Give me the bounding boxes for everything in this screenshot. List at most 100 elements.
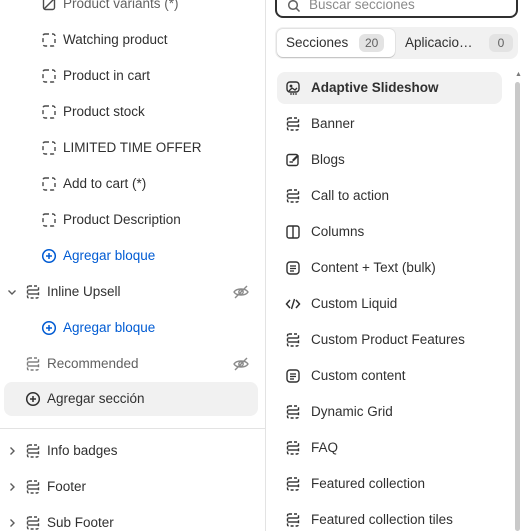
plus-circle-icon (41, 320, 57, 336)
scroll-up-arrow-icon[interactable]: ▲ (515, 71, 522, 78)
section-icon (25, 284, 41, 300)
picker-scrollbar[interactable]: ▲ (515, 71, 522, 531)
tree-section-recommended[interactable]: Recommended (0, 346, 266, 382)
section-picker-panel: Buscar secciones Secciones 20 Aplicacio…… (267, 0, 522, 531)
section-option-label: Banner (311, 116, 355, 131)
tab-count-badge: 0 (489, 34, 513, 52)
tree-block-label: LIMITED TIME OFFER (63, 140, 202, 155)
section-icon (25, 356, 41, 372)
tree-section-sub-footer[interactable]: Sub Footer (0, 505, 266, 531)
chevron-down-icon[interactable] (6, 286, 18, 298)
section-option-label: FAQ (311, 440, 339, 455)
blog-edit-icon (285, 152, 301, 168)
code-icon (285, 296, 301, 312)
section-tree-panel: Product variants (*) Watching product Pr… (0, 0, 266, 531)
section-icon (285, 116, 301, 132)
scroll-thumb[interactable] (515, 82, 520, 531)
tab-aplicaciones[interactable]: Aplicacio… 0 (397, 29, 516, 57)
tree-block-watching-product[interactable]: Watching product (0, 22, 266, 58)
columns-icon (285, 224, 301, 240)
tree-block-label: Product in cart (63, 68, 151, 83)
chevron-right-icon[interactable] (6, 445, 18, 457)
plus-circle-icon (25, 391, 41, 407)
section-option-label: Columns (311, 224, 365, 239)
section-icon (285, 188, 301, 204)
section-option-columns[interactable]: Columns (277, 216, 502, 248)
eye-hidden-icon[interactable] (232, 283, 250, 301)
section-option-featured-collection-tiles[interactable]: Featured collection tiles (277, 504, 502, 531)
search-sections-input[interactable]: Buscar secciones (275, 0, 518, 18)
chevron-right-icon[interactable] (6, 517, 18, 529)
tree-block-label: Product Description (63, 212, 181, 227)
text-block-icon (285, 260, 301, 276)
section-option-label: Blogs (311, 152, 345, 167)
eye-hidden-icon[interactable] (232, 355, 250, 373)
section-option-adaptive-slideshow[interactable]: Adaptive Slideshow (277, 72, 502, 104)
tab-count-badge: 20 (359, 34, 385, 52)
add-block-label: Agregar bloque (63, 248, 156, 263)
section-option-label: Dynamic Grid (311, 404, 393, 419)
tree-block-label: Product stock (63, 104, 145, 119)
search-placeholder: Buscar secciones (309, 0, 415, 12)
section-icon (285, 332, 301, 348)
tab-secciones[interactable]: Secciones 20 (277, 29, 395, 57)
tree-block-limited-time-offer[interactable]: LIMITED TIME OFFER (0, 130, 266, 166)
tree-block-product-stock[interactable]: Product stock (0, 94, 266, 130)
section-icon (285, 440, 301, 456)
section-option-custom-liquid[interactable]: Custom Liquid (277, 288, 502, 320)
section-icon (25, 515, 41, 531)
section-option-label: Featured collection tiles (311, 512, 453, 527)
tree-block-label: Product variants (*) (63, 0, 179, 11)
tree-section-inline-upsell[interactable]: Inline Upsell (0, 274, 266, 310)
add-section-row[interactable]: Agregar sección (0, 381, 266, 417)
add-section-label: Agregar sección (47, 391, 145, 406)
section-icon (285, 476, 301, 492)
section-option-custom-content[interactable]: Custom content (277, 360, 502, 392)
tree-section-label: Footer (47, 479, 87, 494)
slideshow-icon (285, 80, 301, 96)
tree-section-label: Info badges (47, 443, 118, 458)
section-option-faq[interactable]: FAQ (277, 432, 502, 464)
block-dashed-icon (41, 104, 57, 120)
section-icon (25, 443, 41, 459)
section-option-featured-collection[interactable]: Featured collection (277, 468, 502, 500)
search-icon (287, 0, 301, 13)
section-option-label: Custom Product Features (311, 332, 465, 347)
section-option-label: Call to action (311, 188, 390, 203)
tree-block-product-in-cart[interactable]: Product in cart (0, 58, 266, 94)
section-option-label: Custom Liquid (311, 296, 398, 311)
section-option-label: Featured collection (311, 476, 426, 491)
section-option-label: Adaptive Slideshow (311, 80, 439, 95)
tree-section-label: Recommended (47, 356, 139, 371)
tree-block-product-variants[interactable]: Product variants (*) (0, 0, 266, 22)
block-dashed-icon (41, 140, 57, 156)
section-option-blogs[interactable]: Blogs (277, 144, 502, 176)
text-block-icon (285, 368, 301, 384)
tree-block-label: Watching product (63, 32, 168, 47)
section-option-banner[interactable]: Banner (277, 108, 502, 140)
tree-section-footer[interactable]: Footer (0, 469, 266, 505)
section-option-content-text-bulk[interactable]: Content + Text (bulk) (277, 252, 502, 284)
chevron-right-icon[interactable] (6, 481, 18, 493)
hidden-block-icon (41, 0, 57, 12)
section-option-label: Custom content (311, 368, 406, 383)
picker-tabs: Secciones 20 Aplicacio… 0 (275, 27, 518, 59)
add-block-button[interactable]: Agregar bloque (0, 238, 266, 274)
tree-block-product-description[interactable]: Product Description (0, 202, 266, 238)
section-option-custom-product-features[interactable]: Custom Product Features (277, 324, 502, 356)
tree-section-info-badges[interactable]: Info badges (0, 433, 266, 469)
add-block-button[interactable]: Agregar bloque (0, 310, 266, 346)
plus-circle-icon (41, 248, 57, 264)
group-divider (0, 428, 266, 429)
tree-block-add-to-cart[interactable]: Add to cart (*) (0, 166, 266, 202)
tree-section-label: Sub Footer (47, 515, 114, 530)
section-option-call-to-action[interactable]: Call to action (277, 180, 502, 212)
section-icon (285, 512, 301, 528)
section-option-label: Content + Text (bulk) (311, 260, 436, 275)
tab-label: Secciones (286, 35, 349, 50)
section-option-dynamic-grid[interactable]: Dynamic Grid (277, 396, 502, 428)
tree-block-label: Add to cart (*) (63, 176, 147, 191)
block-dashed-icon (41, 176, 57, 192)
tree-section-label: Inline Upsell (47, 284, 121, 299)
block-dashed-icon (41, 32, 57, 48)
